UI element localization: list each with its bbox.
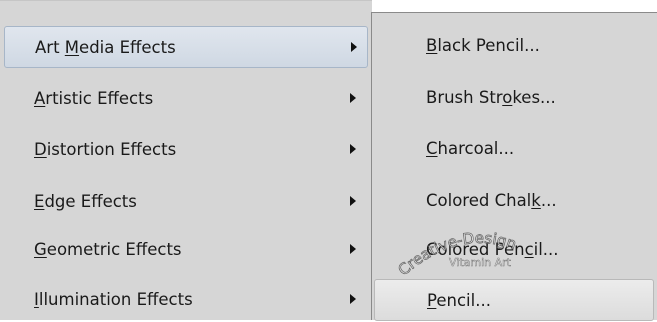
menu-item-brush-strokes[interactable]: Brush Strokes... [374, 77, 654, 119]
submenu-arrow-icon [350, 244, 356, 254]
submenu-arrow-icon [351, 42, 357, 52]
menu-item-label: Art Media Effects [35, 38, 176, 57]
effects-submenu: Art Media Effects Artistic Effects Disto… [0, 0, 372, 320]
menu-item-art-media-effects[interactable]: Art Media Effects [4, 26, 368, 68]
menu-item-artistic-effects[interactable]: Artistic Effects [4, 78, 368, 120]
menu-item-illumination-effects[interactable]: Illumination Effects [4, 279, 368, 321]
menu-item-charcoal[interactable]: Charcoal... [374, 128, 654, 170]
submenu-arrow-icon [350, 196, 356, 206]
menu-item-edge-effects[interactable]: Edge Effects [4, 181, 368, 223]
menu-item-label: Colored Pencil... [426, 240, 559, 259]
menu-item-label: Brush Strokes... [426, 88, 556, 107]
menu-item-label: Edge Effects [34, 192, 137, 211]
menu-item-colored-chalk[interactable]: Colored Chalk... [374, 180, 654, 222]
menu-item-label: Distortion Effects [34, 140, 177, 159]
menu-item-black-pencil[interactable]: Black Pencil... [374, 25, 654, 67]
menu-item-label: Pencil... [427, 291, 491, 310]
submenu-arrow-icon [350, 294, 356, 304]
menu-item-pencil[interactable]: Pencil... [374, 279, 654, 321]
menu-item-label: Black Pencil... [426, 36, 540, 55]
submenu-arrow-icon [350, 144, 356, 154]
menu-item-label: Illumination Effects [34, 290, 193, 309]
menu-item-colored-pencil[interactable]: Colored Pencil... [374, 229, 654, 271]
submenu-arrow-icon [350, 93, 356, 103]
menu-item-label: Artistic Effects [34, 89, 154, 108]
menu-item-label: Geometric Effects [34, 240, 182, 259]
menu-item-geometric-effects[interactable]: Geometric Effects [4, 229, 368, 271]
menu-item-label: Colored Chalk... [426, 191, 557, 210]
menu-item-label: Charcoal... [426, 139, 515, 158]
art-media-submenu: Black Pencil... Brush Strokes... Charcoa… [371, 12, 657, 321]
menu-item-distortion-effects[interactable]: Distortion Effects [4, 129, 368, 171]
